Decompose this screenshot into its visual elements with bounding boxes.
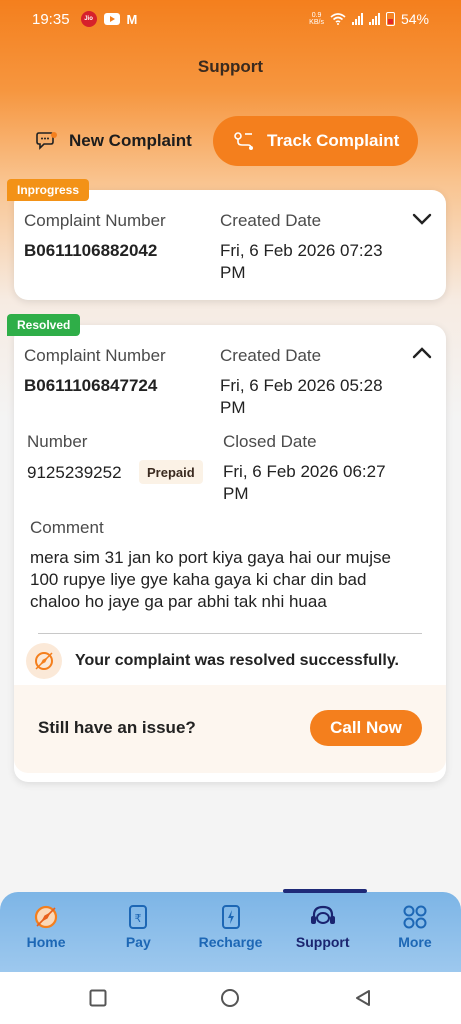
created-date-value: Fri, 6 Feb 2026 05:28 PM <box>220 376 383 417</box>
status-bar: 19:35 Jio M 0.9 KB/s 54% <box>0 0 461 38</box>
network-speed: 0.9 KB/s <box>309 12 324 26</box>
complaint-number-value: B0611106847724 <box>24 376 158 395</box>
nav-item-more[interactable]: More <box>369 892 461 972</box>
call-now-button[interactable]: Call Now <box>310 710 422 746</box>
grid-icon <box>402 904 428 930</box>
comment-label: Comment <box>30 518 104 537</box>
created-date-value: Fri, 6 Feb 2026 07:23 PM <box>220 241 383 282</box>
nav-label-home: Home <box>26 934 66 950</box>
chevron-up-icon[interactable] <box>412 346 432 360</box>
complaint-number-value: B0611106882042 <box>24 241 158 260</box>
still-issue-text: Still have an issue? <box>38 718 196 737</box>
tab-new-complaint[interactable]: New Complaint <box>24 116 209 166</box>
nav-label-more: More <box>398 934 432 950</box>
rupee-card-icon: ₹ <box>127 904 149 930</box>
youtube-icon <box>103 13 120 25</box>
created-date-label: Created Date <box>220 346 322 365</box>
wifi-icon <box>330 13 346 25</box>
complaint-chat-icon <box>36 132 57 150</box>
bottom-nav: Home ₹ Pay Recharge Support More <box>0 889 461 972</box>
nav-item-home[interactable]: Home <box>0 892 92 972</box>
status-badge-inprogress: Inprogress <box>7 179 90 201</box>
mobile-number-value: 9125239252 <box>27 463 122 482</box>
headset-icon <box>309 904 337 930</box>
complaint-number-label: Complaint Number <box>24 346 166 365</box>
gmail-icon: M <box>126 11 138 27</box>
home-circle-icon[interactable] <box>219 989 241 1011</box>
lightning-card-icon <box>220 904 242 930</box>
nav-active-indicator <box>283 889 367 893</box>
closed-date-value: Fri, 6 Feb 2026 06:27 PM <box>223 462 386 503</box>
back-triangle-icon[interactable] <box>354 989 372 1007</box>
tab-track-complaint[interactable]: Track Complaint <box>213 116 418 166</box>
nav-item-support[interactable]: Support <box>277 892 369 972</box>
nav-label-support: Support <box>295 934 350 950</box>
plan-type-badge: Prepaid <box>139 460 203 484</box>
still-issue-panel: Still have an issue? Call Now <box>14 685 446 773</box>
signal-icon-sim1 <box>351 13 363 25</box>
jio-icon: Jio <box>80 11 97 27</box>
complaint-card-resolved[interactable]: Complaint Number B0611106847724 Created … <box>14 325 446 782</box>
created-date-label: Created Date <box>220 211 322 230</box>
track-route-icon <box>234 132 253 150</box>
nav-label-pay: Pay <box>125 934 151 950</box>
resolution-message: Your complaint was resolved successfully… <box>26 643 399 679</box>
status-time: 19:35 <box>32 10 70 28</box>
battery-icon <box>385 12 395 26</box>
svg-text:₹: ₹ <box>135 912 142 925</box>
chevron-down-icon[interactable] <box>412 212 432 226</box>
nav-item-recharge[interactable]: Recharge <box>184 892 276 972</box>
recent-apps-icon[interactable] <box>89 989 107 1007</box>
divider <box>38 633 422 634</box>
comment-text: mera sim 31 jan ko port kiya gaya hai ou… <box>30 548 391 611</box>
battery-percent: 54% <box>400 11 429 27</box>
page-title: Support <box>197 57 264 76</box>
closed-date-label: Closed Date <box>223 432 317 451</box>
resolution-message-text: Your complaint was resolved successfully… <box>75 652 399 669</box>
nav-item-pay[interactable]: ₹ Pay <box>92 892 184 972</box>
complaint-card-inprogress[interactable]: Complaint Number B0611106882042 Created … <box>14 190 446 300</box>
number-label: Number <box>27 432 88 451</box>
signal-icon-sim2 <box>368 13 380 25</box>
tab-track-complaint-label: Track Complaint <box>267 131 400 150</box>
tab-new-complaint-label: New Complaint <box>69 131 192 150</box>
status-badge-resolved: Resolved <box>7 314 81 336</box>
system-nav-bar <box>0 972 461 1024</box>
resolved-compass-icon <box>26 643 62 679</box>
nav-label-recharge: Recharge <box>198 934 263 950</box>
compass-icon <box>33 904 59 930</box>
complaint-number-label: Complaint Number <box>24 211 166 230</box>
